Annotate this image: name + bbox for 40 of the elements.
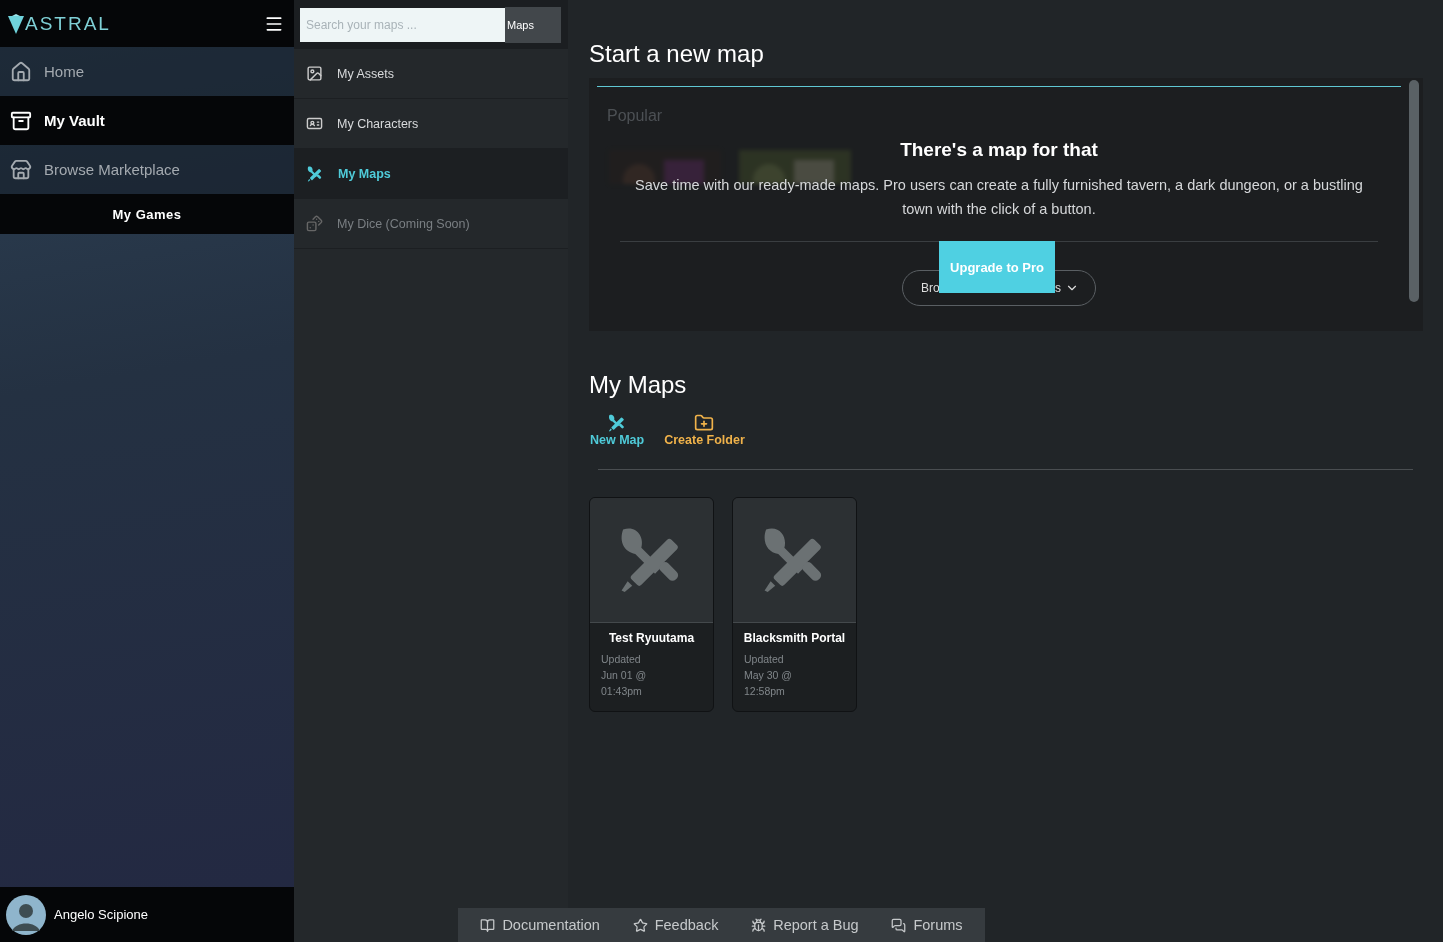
footer-link[interactable]: Documentation bbox=[480, 917, 600, 933]
avatar bbox=[6, 894, 46, 935]
image-icon bbox=[306, 65, 323, 82]
my-games-button[interactable]: My Games bbox=[0, 194, 294, 234]
map-updated: Updated May 30 @ 12:58pm bbox=[743, 652, 793, 699]
section-title: Start a new map bbox=[589, 40, 765, 68]
logo: ASTRAL bbox=[8, 12, 111, 35]
search-field[interactable]: Search your maps ... bbox=[300, 7, 505, 42]
tools-icon bbox=[306, 164, 324, 183]
chest-icon bbox=[10, 109, 32, 132]
home-icon bbox=[10, 60, 32, 83]
map-updated: Updated Jun 01 @ 01:43pm bbox=[600, 652, 648, 699]
book-icon bbox=[480, 917, 496, 933]
map-name: Blacksmith Portal bbox=[742, 631, 847, 645]
footer-link[interactable]: Forums bbox=[891, 917, 963, 933]
store-icon bbox=[10, 158, 32, 181]
id-card-icon bbox=[306, 115, 323, 132]
map-card[interactable]: Test Ryuutama Updated Jun 01 @ 01:43pm bbox=[589, 497, 714, 712]
folder-plus-icon bbox=[694, 413, 715, 433]
scrollbar[interactable] bbox=[1409, 80, 1419, 302]
action-button[interactable]: New Map bbox=[590, 413, 645, 447]
promo-title: There's a map for that bbox=[900, 139, 1098, 161]
chat-icon bbox=[891, 917, 907, 933]
star-icon bbox=[632, 917, 648, 933]
footer-link[interactable]: Feedback bbox=[632, 917, 719, 933]
promo-text: Save time with our ready-made maps. Pro users can create a fully furnished tavern, a dark dungeon, or a bustling town with the click of a button. bbox=[634, 176, 1364, 219]
vault-menu-item[interactable]: My Assets bbox=[294, 49, 568, 99]
scope-button[interactable]: Maps bbox=[505, 6, 561, 43]
action-button[interactable]: Create Folder bbox=[664, 413, 745, 447]
map-card[interactable]: Blacksmith Portal Updated May 30 @ 12:58pm bbox=[732, 497, 857, 712]
nav-item[interactable]: Browse Marketplace bbox=[0, 145, 294, 194]
map-name: Test Ryuutama bbox=[607, 631, 696, 645]
user-name: Angelo Scipione bbox=[54, 907, 148, 922]
dice-icon bbox=[306, 215, 323, 232]
nav-item[interactable]: My Vault bbox=[0, 96, 294, 145]
section-title: My Maps bbox=[589, 371, 688, 399]
vault-menu-item[interactable]: My Maps bbox=[294, 149, 568, 199]
bug-icon bbox=[751, 917, 767, 933]
footer-link[interactable]: Report a Bug bbox=[751, 917, 859, 933]
nav-item[interactable]: Home bbox=[0, 47, 294, 96]
